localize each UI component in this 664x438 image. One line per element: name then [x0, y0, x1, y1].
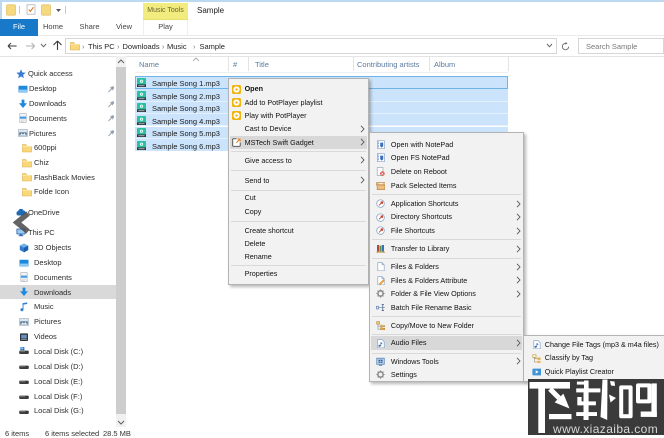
svg-text:www.xiazaiba.com: www.xiazaiba.com	[552, 422, 658, 435]
